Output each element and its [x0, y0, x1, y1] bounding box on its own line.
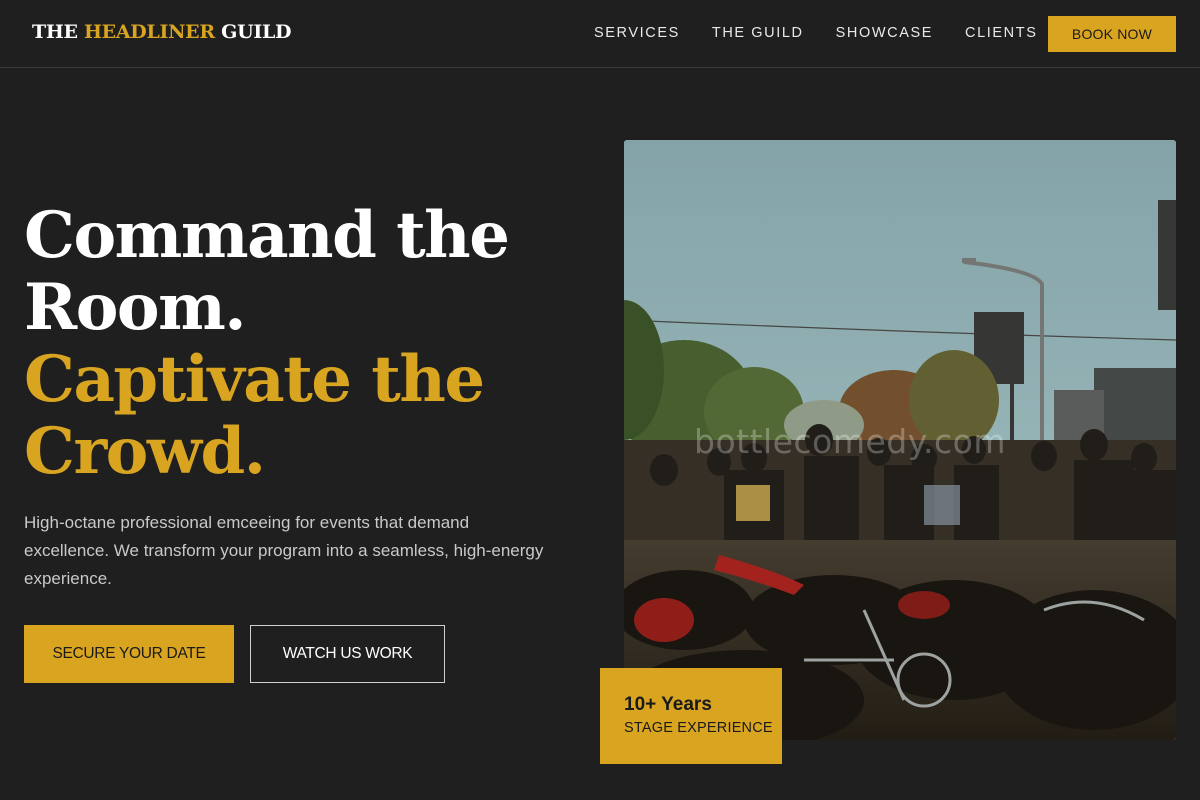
- logo-word-the: THE: [32, 21, 84, 43]
- logo-word-headliner: HEADLINER: [84, 21, 215, 43]
- logo-word-guild: GUILD: [214, 21, 292, 43]
- headline-line-1: Command the: [24, 198, 510, 273]
- watch-us-work-button[interactable]: WATCH US WORK: [250, 625, 445, 683]
- site-logo[interactable]: THE HEADLINER GUILD: [32, 21, 291, 43]
- stat-card: 10+ Years STAGE EXPERIENCE: [600, 668, 782, 764]
- headline-line-4: Crowd.: [24, 414, 266, 489]
- nav-link-services[interactable]: SERVICES: [594, 25, 680, 41]
- hero-headline: Command the Room. Captivate the Crowd.: [24, 200, 584, 488]
- book-now-button[interactable]: BOOK NOW: [1048, 16, 1176, 52]
- headline-line-3: Captivate the: [24, 342, 485, 417]
- hero-subcopy: High-octane professional emceeing for ev…: [24, 513, 544, 588]
- site-header: THE HEADLINER GUILD SERVICES THE GUILD S…: [0, 0, 1200, 68]
- main-nav: SERVICES THE GUILD SHOWCASE CLIENTS: [594, 25, 1069, 41]
- nav-link-the-guild[interactable]: THE GUILD: [712, 25, 804, 41]
- image-watermark: bottlecomedy.com: [694, 422, 1007, 461]
- stat-label: STAGE EXPERIENCE: [624, 720, 773, 736]
- secure-your-date-button[interactable]: SECURE YOUR DATE: [24, 625, 234, 683]
- headline-line-2: Room.: [24, 270, 247, 345]
- stat-value: 10+ Years: [624, 694, 712, 715]
- nav-link-showcase[interactable]: SHOWCASE: [836, 25, 933, 41]
- hero-photo: bottlecomedy.com: [624, 140, 1176, 740]
- nav-link-clients[interactable]: CLIENTS: [965, 25, 1037, 41]
